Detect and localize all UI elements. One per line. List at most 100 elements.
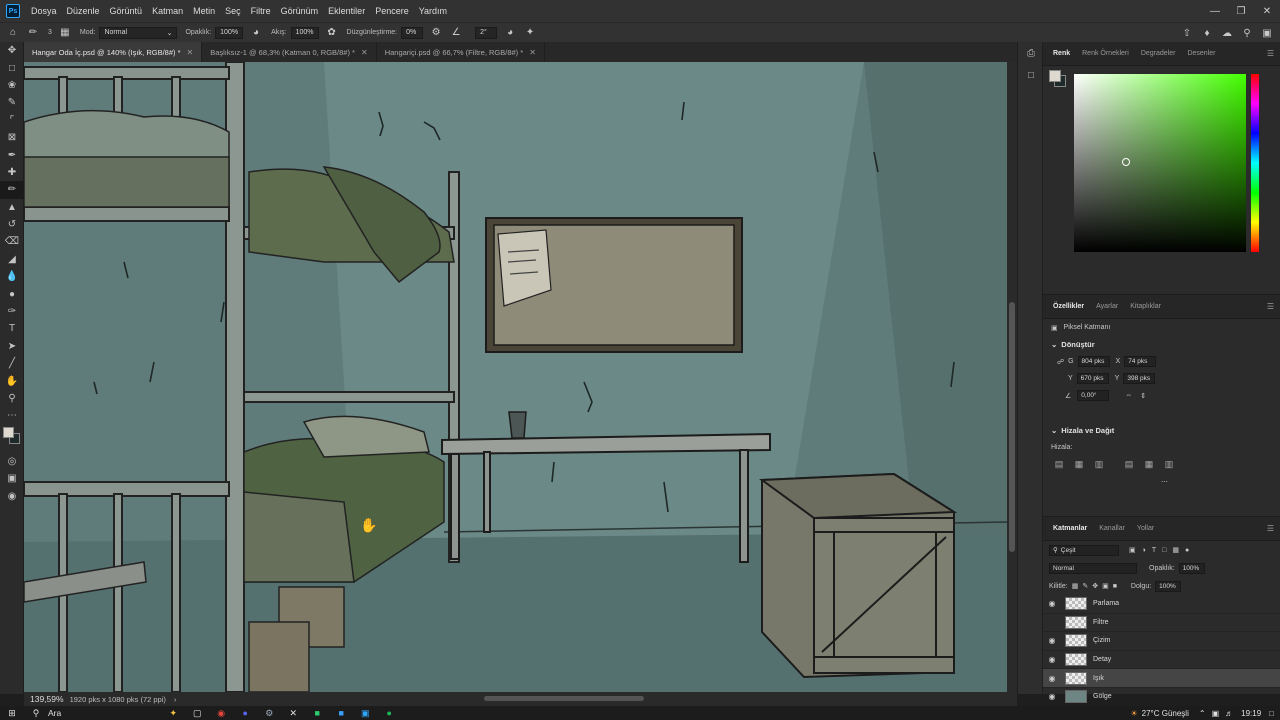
menu-metin[interactable]: Metin <box>188 6 220 16</box>
frame-tool-icon[interactable]: ⊠ <box>0 129 24 146</box>
clock[interactable]: 19:19 <box>1241 709 1261 718</box>
align-top-icon[interactable]: ▤ <box>1121 458 1137 472</box>
blend-mode-select[interactable]: Normal <box>1049 562 1137 574</box>
menu-katman[interactable]: Katman <box>147 6 188 16</box>
eraser-tool-icon[interactable]: ⌫ <box>0 233 24 250</box>
filter-smart-icon[interactable]: ▦ <box>1172 546 1179 554</box>
pressure-opacity-icon[interactable]: ◕ <box>249 26 263 40</box>
airbrush-icon[interactable]: ✿ <box>325 26 339 40</box>
fill-input[interactable]: 100% <box>1155 580 1182 592</box>
tab-kitapliklar[interactable]: Kitaplıklar <box>1124 303 1167 310</box>
move-tool-icon[interactable]: ✥ <box>0 42 24 59</box>
color-picker-handle[interactable] <box>1122 158 1130 166</box>
lock-position-icon[interactable]: ✥ <box>1092 582 1098 590</box>
gradient-tool-icon[interactable]: ◢ <box>0 251 24 268</box>
close-icon[interactable]: ✕ <box>1254 0 1280 22</box>
dodge-tool-icon[interactable]: ● <box>0 285 24 302</box>
filter-toggle-icon[interactable]: ● <box>1185 547 1189 554</box>
align-left-icon[interactable]: ▤ <box>1051 458 1067 472</box>
pen-tool-icon[interactable]: ✑ <box>0 303 24 320</box>
search-icon[interactable]: ⚲ <box>1240 26 1254 40</box>
screen-mode-icon[interactable]: ▣ <box>0 470 24 487</box>
chrome-icon[interactable]: ◉ <box>209 708 233 719</box>
panel-menu-icon[interactable]: ☰ <box>1267 524 1274 533</box>
brush-size-picker[interactable]: 3 <box>48 29 52 36</box>
cloud-icon[interactable]: ☁ <box>1220 26 1234 40</box>
chevron-down-icon[interactable]: ⌄ <box>1051 340 1057 349</box>
close-icon[interactable]: ✕ <box>361 48 368 57</box>
tab-renk[interactable]: Renk <box>1047 50 1076 57</box>
foreground-color-swatch[interactable] <box>3 426 14 438</box>
flow-input[interactable]: 100% <box>290 26 319 39</box>
photoshop-logo-icon[interactable]: Ps <box>6 4 20 18</box>
opacity-input[interactable]: 100% <box>215 26 244 39</box>
stamp-tool-icon[interactable]: ▲ <box>0 199 24 216</box>
tab-degradeler[interactable]: Degradeler <box>1135 50 1182 57</box>
layer-row[interactable]: ◉ Çizim <box>1043 632 1280 651</box>
app-blue-icon[interactable]: ■ <box>329 708 353 718</box>
chevron-down-icon[interactable]: ⌄ <box>1051 426 1057 435</box>
crop-tool-icon[interactable]: ⌜ <box>0 112 24 129</box>
copilot-icon[interactable]: ✦ <box>161 708 185 719</box>
panel-menu-icon[interactable]: ☰ <box>1267 49 1274 58</box>
scroll-thumb[interactable] <box>1009 302 1015 552</box>
panel-menu-icon[interactable]: ☰ <box>1267 302 1274 311</box>
menu-gorunum[interactable]: Görünüm <box>276 6 324 16</box>
eyedropper-tool-icon[interactable]: ✒ <box>0 146 24 163</box>
zoom-tool-icon[interactable]: ⚲ <box>0 390 24 407</box>
bell-icon[interactable]: ♦ <box>1200 26 1214 40</box>
history-icon[interactable]: ⎙ <box>1018 42 1044 64</box>
task-view-icon[interactable]: ▢ <box>185 708 209 719</box>
workspace-icon[interactable]: ▣ <box>1260 26 1274 40</box>
lock-all-icon[interactable]: ■ <box>1113 583 1117 590</box>
blur-tool-icon[interactable]: 💧 <box>0 268 24 285</box>
camera-icon[interactable]: ◉ <box>0 487 24 504</box>
menu-dosya[interactable]: Dosya <box>26 6 62 16</box>
close-icon[interactable]: ✕ <box>187 48 194 57</box>
tab-ozellikler[interactable]: Özellikler <box>1047 303 1090 310</box>
link-icon[interactable]: ☍ <box>1057 358 1064 366</box>
x-field[interactable]: 74 pks <box>1124 356 1157 367</box>
share-icon[interactable]: ⇧ <box>1180 26 1194 40</box>
pressure-size-icon[interactable]: ◕ <box>503 26 517 40</box>
eye-icon[interactable]: ◉ <box>1043 674 1061 683</box>
quick-select-tool-icon[interactable]: ✎ <box>0 94 24 111</box>
vertical-scrollbar[interactable] <box>1007 62 1017 692</box>
mode-select[interactable]: Normal ⌄ <box>99 26 178 39</box>
minimize-icon[interactable]: — <box>1202 0 1228 22</box>
photoshop-taskbar-icon[interactable]: ▣ <box>353 708 377 719</box>
weather-text[interactable]: 27°C Güneşli <box>1142 709 1189 718</box>
search-icon[interactable]: ⚲ <box>24 708 48 719</box>
layer-row[interactable]: ◉ Detay <box>1043 651 1280 670</box>
eye-icon[interactable]: ◉ <box>1043 636 1061 645</box>
tab-katmanlar[interactable]: Katmanlar <box>1047 525 1093 532</box>
brush-tool-icon[interactable]: ✏ <box>26 26 40 40</box>
menu-goruntu[interactable]: Görüntü <box>105 6 148 16</box>
path-select-tool-icon[interactable]: ➤ <box>0 338 24 355</box>
menu-sec[interactable]: Seç <box>220 6 246 16</box>
network-icon[interactable]: ▣ <box>1212 709 1220 718</box>
marquee-tool-icon[interactable]: □ <box>0 59 24 76</box>
align-center-h-icon[interactable]: ▦ <box>1071 458 1087 472</box>
symmetry-icon[interactable]: ✦ <box>523 26 537 40</box>
more-options-icon[interactable]: ⋯ <box>1161 478 1168 486</box>
align-bottom-icon[interactable]: ▥ <box>1161 458 1177 472</box>
menu-duzenle[interactable]: Düzenle <box>62 6 105 16</box>
hue-slider[interactable] <box>1251 74 1259 252</box>
hand-tool-icon[interactable]: ✋ <box>0 372 24 389</box>
tray-chevron-icon[interactable]: ⌃ <box>1199 709 1206 718</box>
spotify-icon[interactable]: ● <box>377 708 401 718</box>
angle-field[interactable]: 0,00° <box>1077 390 1110 401</box>
healing-tool-icon[interactable]: ✚ <box>0 164 24 181</box>
zoom-level[interactable]: 139,59% <box>24 694 70 704</box>
y-field[interactable]: 398 pks <box>1123 373 1156 384</box>
menu-pencere[interactable]: Pencere <box>370 6 414 16</box>
taskbar-search-label[interactable]: Ara <box>48 708 61 718</box>
type-tool-icon[interactable]: T <box>0 320 24 337</box>
eye-icon[interactable]: ◉ <box>1043 655 1061 664</box>
layer-filter-select[interactable]: ⚲ Çeşit <box>1049 544 1119 556</box>
height-field[interactable]: 670 pks <box>1076 373 1109 384</box>
comments-icon[interactable]: □ <box>1018 64 1044 86</box>
chevron-right-icon[interactable]: › <box>174 695 177 704</box>
lock-artboard-icon[interactable]: ▣ <box>1102 582 1109 590</box>
